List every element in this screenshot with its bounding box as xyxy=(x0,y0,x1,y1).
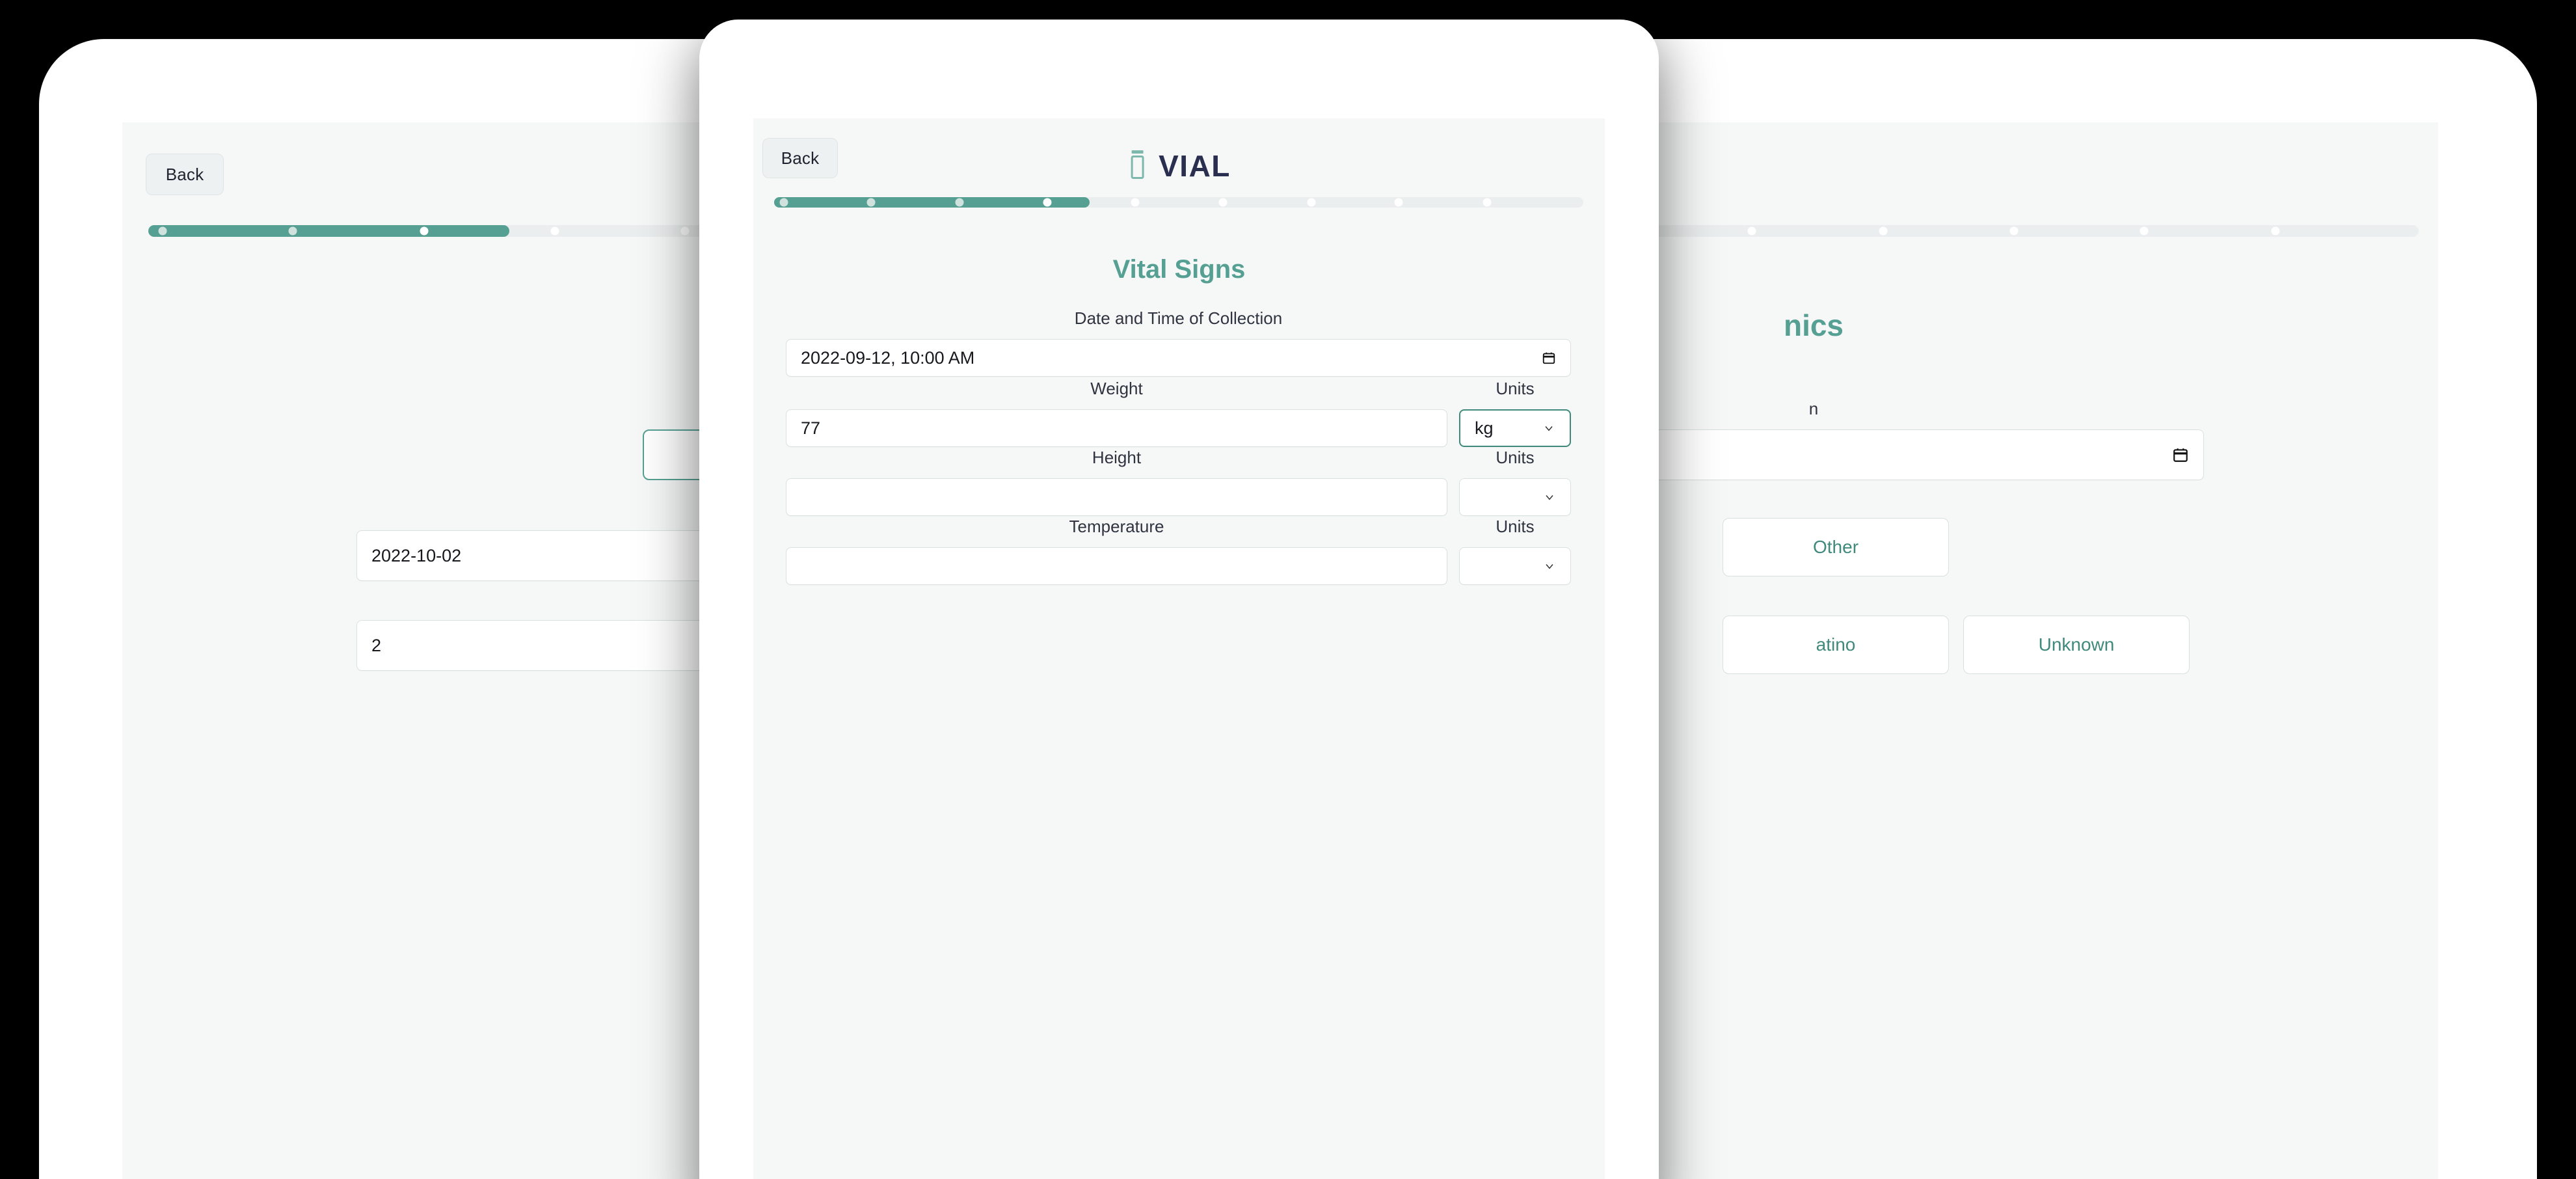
choice-row-1: Other xyxy=(1723,518,1949,576)
temperature-units-select[interactable] xyxy=(1459,547,1571,585)
progress-dot xyxy=(1131,198,1140,207)
calendar-icon[interactable] xyxy=(1542,351,1556,365)
progress-dot xyxy=(1307,198,1316,207)
back-button-label: Back xyxy=(781,148,820,168)
progress-bar[interactable] xyxy=(774,197,1583,208)
progress-dot xyxy=(550,226,559,236)
progress-dot xyxy=(2271,226,2280,236)
progress-dot xyxy=(420,226,429,236)
progress-dot xyxy=(2009,226,2019,236)
datetime-input[interactable]: 2022-09-12, 10:00 AM xyxy=(786,339,1571,377)
brand-logo: VIAL xyxy=(1127,148,1231,183)
temperature-field: Temperature xyxy=(786,517,1447,585)
progress-dot xyxy=(1043,198,1052,207)
height-units-field: Units xyxy=(1459,448,1571,516)
weight-units-field: Units kg xyxy=(1459,379,1571,447)
datetime-value: 2022-09-12, 10:00 AM xyxy=(801,347,975,368)
front-tablet-screen: Back VIAL Vital Signs Date and Time of C… xyxy=(753,118,1605,1179)
chevron-down-icon[interactable] xyxy=(1542,422,1555,435)
progress-dot xyxy=(1483,198,1492,207)
weight-units-label: Units xyxy=(1496,379,1535,398)
calendar-icon[interactable] xyxy=(2172,446,2189,463)
progress-fill xyxy=(148,225,509,237)
weight-value: 77 xyxy=(801,418,821,438)
height-row: Height Units xyxy=(786,448,1571,516)
weight-row: Weight 77 Units kg xyxy=(786,379,1571,447)
progress-dot xyxy=(158,226,167,236)
temperature-input[interactable] xyxy=(786,547,1447,585)
progress-dot xyxy=(1394,198,1403,207)
progress-dot xyxy=(1879,226,1888,236)
progress-dot xyxy=(680,226,690,236)
choice-row-2: atino Unknown xyxy=(1723,616,2190,674)
page-title: Vital Signs xyxy=(1112,255,1246,284)
temperature-row: Temperature Units xyxy=(786,517,1571,585)
temperature-units-label: Units xyxy=(1496,517,1535,536)
progress-dot xyxy=(866,198,876,207)
foreground-tablet: Back VIAL Vital Signs Date and Time of C… xyxy=(699,20,1659,1179)
back-button[interactable]: Back xyxy=(146,154,224,195)
progress-dot xyxy=(2140,226,2149,236)
brand-name: VIAL xyxy=(1159,149,1231,183)
chevron-down-icon[interactable] xyxy=(1543,560,1556,573)
chevron-down-icon[interactable] xyxy=(1543,491,1556,504)
choice-label: atino xyxy=(1816,634,1856,655)
progress-dot xyxy=(1747,226,1756,236)
choice-label: Unknown xyxy=(2038,634,2115,655)
choice-button[interactable]: Unknown xyxy=(1963,616,2190,674)
weight-field: Weight 77 xyxy=(786,379,1447,447)
vial-icon xyxy=(1127,150,1147,183)
progress-dot xyxy=(955,198,964,207)
height-units-label: Units xyxy=(1496,448,1535,467)
datetime-field: Date and Time of Collection 2022-09-12, … xyxy=(786,308,1571,377)
height-units-select[interactable] xyxy=(1459,478,1571,516)
datetime-label: Date and Time of Collection xyxy=(1074,308,1283,328)
height-input[interactable] xyxy=(786,478,1447,516)
back-button-label: Back xyxy=(165,164,204,184)
screenshot-stage: Back Infor Did the xyxy=(0,0,2576,1179)
progress-dot xyxy=(1218,198,1228,207)
choice-button[interactable]: Other xyxy=(1723,518,1949,576)
weight-units-select[interactable]: kg xyxy=(1459,409,1571,447)
progress-dot xyxy=(779,198,788,207)
vital-signs-app: Back VIAL Vital Signs Date and Time of C… xyxy=(753,118,1605,1179)
weight-input[interactable]: 77 xyxy=(786,409,1447,447)
choice-label: Other xyxy=(1812,537,1859,557)
progress-fill xyxy=(774,197,1090,208)
progress-dot xyxy=(288,226,297,236)
choice-button[interactable]: atino xyxy=(1723,616,1949,674)
temperature-label: Temperature xyxy=(1069,517,1164,536)
weight-units-value: kg xyxy=(1475,418,1494,438)
temperature-units-field: Units xyxy=(1459,517,1571,585)
height-field: Height xyxy=(786,448,1447,516)
weight-label: Weight xyxy=(1090,379,1143,398)
back-button[interactable]: Back xyxy=(762,138,838,178)
height-label: Height xyxy=(1092,448,1142,467)
